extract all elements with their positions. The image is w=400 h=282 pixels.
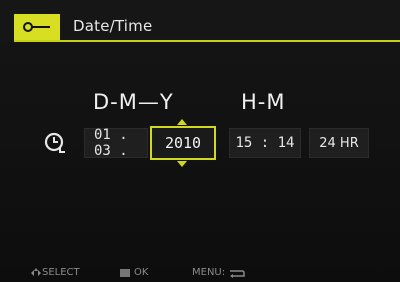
clock-icon [36, 128, 74, 158]
time-field[interactable]: 15 : 14 [229, 128, 301, 158]
key-icon [23, 22, 50, 32]
decrease-arrow-icon[interactable] [177, 161, 187, 167]
header-divider [14, 40, 400, 42]
increase-arrow-icon[interactable] [177, 119, 187, 125]
day-month-field[interactable]: 01 . 03 . [84, 127, 148, 159]
year-field[interactable]: 2010 [150, 126, 216, 160]
ok-button-icon [120, 268, 130, 277]
page-title: Date/Time [73, 17, 153, 35]
menu-hint: MENU: [192, 267, 246, 278]
hour-mode-field[interactable]: 24 HR [309, 128, 369, 158]
time-format-heading: H-M [241, 90, 286, 114]
dpad-arrows-icon [31, 267, 41, 276]
date-format-heading: D-M—Y [93, 90, 174, 114]
ok-hint-label: OK [134, 267, 149, 278]
key-tab-icon[interactable] [14, 14, 60, 40]
date-time-screen: Date/Time D-M—Y H-M 01 . 03 . 2010 15 : … [0, 0, 400, 282]
return-arrow-icon [230, 269, 245, 278]
footer-hints: SELECT OK MENU: [0, 262, 400, 282]
menu-hint-label: MENU: [192, 267, 226, 278]
ok-hint: OK [120, 267, 148, 278]
select-hint-label: SELECT [42, 267, 80, 278]
select-hint: SELECT [30, 267, 80, 278]
header-bar: Date/Time [0, 0, 400, 42]
